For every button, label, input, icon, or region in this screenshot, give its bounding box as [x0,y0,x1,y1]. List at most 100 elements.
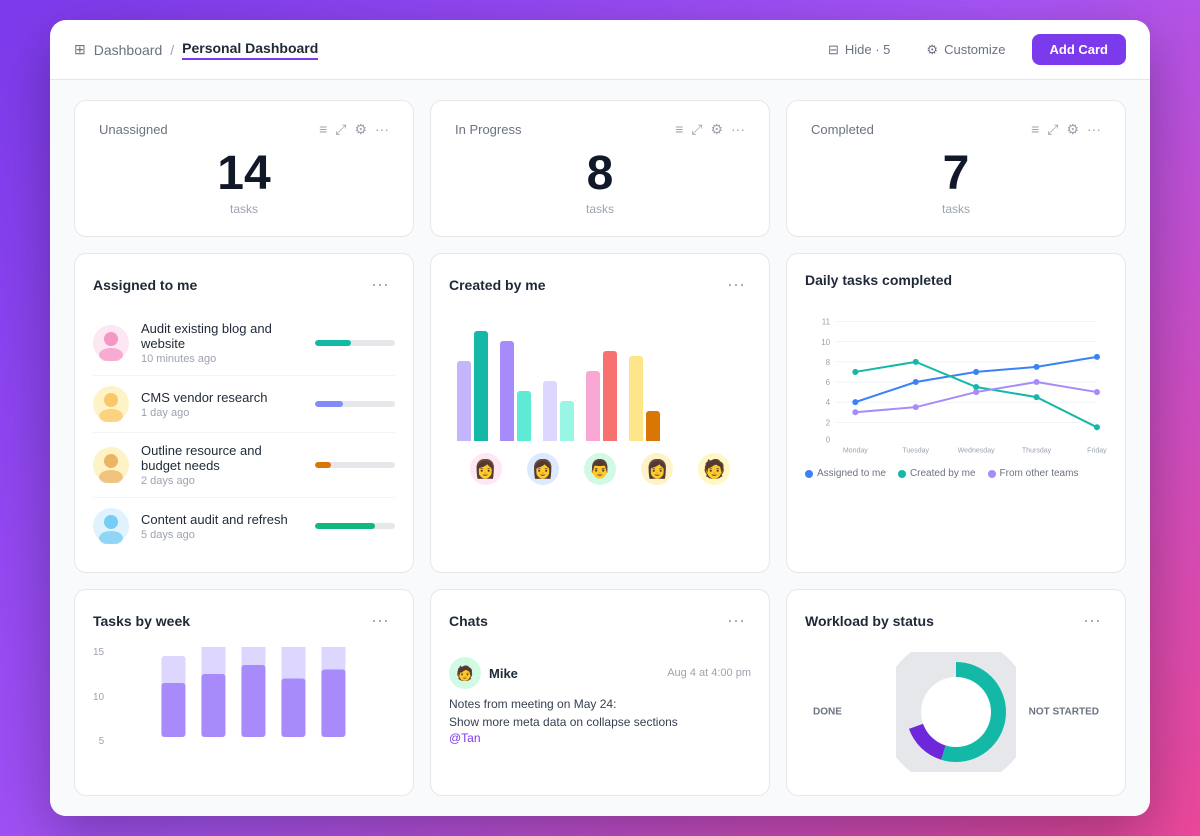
task-avatar [93,386,129,422]
legend-assigned: Assigned to me [805,468,886,479]
legend-label-created: Created by me [910,468,976,479]
created-avatar: 👩 [470,453,502,485]
week-bar-fill [242,665,266,737]
legend-created: Created by me [898,468,976,479]
task-info: Content audit and refresh 5 days ago [141,512,303,541]
main-container: ⊞ Dashboard / Personal Dashboard ⊟ Hide … [50,20,1150,816]
task-time: 2 days ago [141,475,303,487]
dashboard-icon: ⊞ [74,41,86,58]
filter-icon-3[interactable]: ≡ [1031,121,1039,138]
expand-icon-3[interactable]: ⤢ [1047,121,1058,138]
assigned-card-title: Assigned to me [93,277,197,293]
workload-card: Workload by status ··· DONE NOT STARTED [786,589,1126,796]
chat-message-line1: Notes from meeting on May 24: [449,695,751,713]
y-label-15: 15 [93,647,104,658]
expand-icon[interactable]: ⤢ [335,121,346,138]
stat-card-actions-3: ≡ ⤢ ⚙ ··· [1031,121,1101,138]
expand-icon-2[interactable]: ⤢ [691,121,702,138]
legend-other: From other teams [988,468,1079,479]
stat-card-completed: Completed ≡ ⤢ ⚙ ··· 7 tasks [786,100,1126,237]
chart-bar [543,381,557,441]
task-name: Content audit and refresh [141,512,303,527]
more-icon-2[interactable]: ··· [731,121,745,138]
task-progress [315,340,395,346]
customize-label: Customize [944,42,1005,57]
stat-number-inprogress: 8 [455,150,745,198]
gear-icon-3[interactable]: ⚙ [1066,121,1079,138]
week-chart-svg [112,647,395,747]
workload-more-button[interactable]: ··· [1077,608,1107,633]
line-chart-svg: 11 10 8 6 4 2 0 [805,302,1107,462]
created-chart [449,311,751,441]
daily-card-header: Daily tasks completed [805,272,1107,288]
filter-icon[interactable]: ≡ [319,121,327,138]
chat-mention[interactable]: @Tan [449,731,751,745]
chart-bar [586,371,600,441]
created-card-title: Created by me [449,277,545,293]
stat-card-actions: ≡ ⤢ ⚙ ··· [319,121,389,138]
week-bar-fill [322,670,346,738]
breadcrumb-parent[interactable]: Dashboard [94,42,163,58]
chat-header: 🧑 Mike Aug 4 at 4:00 pm [449,657,751,689]
bottom-row: Tasks by week ··· 15 10 5 Chats ··· [74,589,1126,796]
more-icon-3[interactable]: ··· [1087,121,1101,138]
svg-text:4: 4 [826,398,831,407]
stat-label-inprogress: tasks [455,202,745,216]
task-item[interactable]: Outline resource and budget needs 2 days… [93,433,395,498]
hide-label: Hide · 5 [845,42,891,57]
progress-fill [315,340,351,346]
svg-text:2: 2 [826,418,831,427]
workload-card-header: Workload by status ··· [805,608,1107,633]
gear-icon: ⚙ [926,42,938,58]
svg-text:0: 0 [826,435,831,444]
progress-fill [315,523,375,529]
add-card-button[interactable]: Add Card [1032,34,1127,65]
chat-user: 🧑 Mike [449,657,518,689]
svg-text:10: 10 [821,338,830,347]
chat-item: 🧑 Mike Aug 4 at 4:00 pm Notes from meeti… [449,647,751,755]
legend-dot-assigned [805,470,813,478]
task-name: Audit existing blog and website [141,321,303,351]
filter-icon-2[interactable]: ≡ [675,121,683,138]
week-bars [112,647,395,747]
assigned-more-button[interactable]: ··· [365,272,395,297]
more-icon[interactable]: ··· [375,121,389,138]
task-list: Audit existing blog and website 10 minut… [93,311,395,554]
svg-text:Tuesday: Tuesday [902,447,929,454]
task-info: Outline resource and budget needs 2 days… [141,443,303,487]
legend-label-assigned: Assigned to me [817,468,886,479]
stat-number-unassigned: 14 [99,150,389,198]
customize-button[interactable]: ⚙ Customize [916,36,1015,64]
chart-bar-group [629,356,660,441]
gear-icon[interactable]: ⚙ [354,121,367,138]
assigned-card-header: Assigned to me ··· [93,272,395,297]
task-name: Outline resource and budget needs [141,443,303,473]
progress-fill [315,401,343,407]
week-y-labels: 15 10 5 [93,647,108,747]
top-actions: ⊟ Hide · 5 ⚙ Customize Add Card [818,34,1126,65]
chats-card-title: Chats [449,613,488,629]
middle-row: Assigned to me ··· Audit existing blog a… [74,253,1126,573]
assigned-to-me-card: Assigned to me ··· Audit existing blog a… [74,253,414,573]
gear-icon-2[interactable]: ⚙ [710,121,723,138]
breadcrumb-separator: / [170,42,174,58]
chart-bar [603,351,617,441]
task-item[interactable]: Content audit and refresh 5 days ago [93,498,395,554]
breadcrumb: ⊞ Dashboard / Personal Dashboard [74,40,318,60]
task-item[interactable]: CMS vendor research 1 day ago [93,376,395,433]
task-item[interactable]: Audit existing blog and website 10 minut… [93,311,395,376]
week-more-button[interactable]: ··· [365,608,395,633]
svg-text:Friday: Friday [1087,447,1107,454]
pie-label-done: DONE [813,707,842,718]
created-more-button[interactable]: ··· [721,272,751,297]
dashboard-content: Unassigned ≡ ⤢ ⚙ ··· 14 tasks In Progres… [50,80,1150,816]
breadcrumb-current: Personal Dashboard [182,40,318,60]
created-avatar: 🧑 [698,453,730,485]
chats-card: Chats ··· 🧑 Mike Aug 4 at 4:00 pm Notes … [430,589,770,796]
created-avatar: 👨 [584,453,616,485]
hide-button[interactable]: ⊟ Hide · 5 [818,36,900,64]
task-time: 10 minutes ago [141,353,303,365]
chats-more-button[interactable]: ··· [721,608,751,633]
y-label-10: 10 [93,692,104,703]
tasks-by-week-card: Tasks by week ··· 15 10 5 [74,589,414,796]
